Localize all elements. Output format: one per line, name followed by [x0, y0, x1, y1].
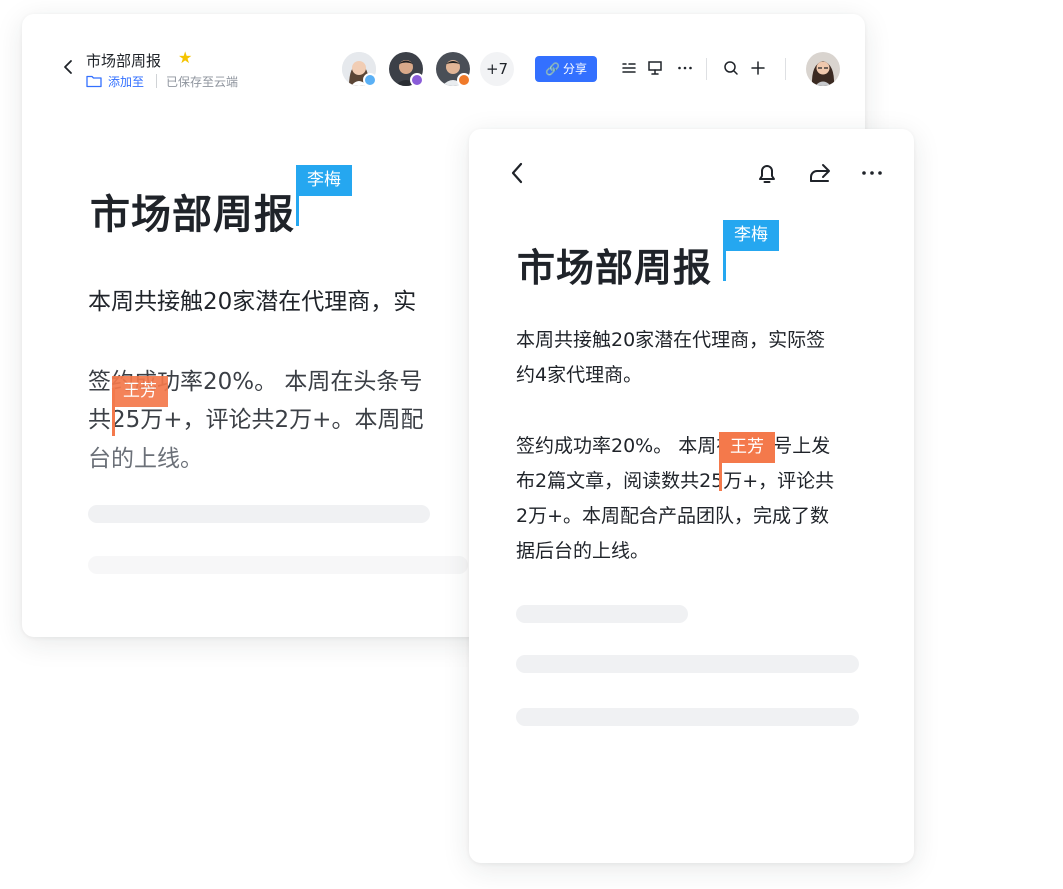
outline-icon[interactable]: [620, 59, 638, 77]
doc-heading[interactable]: 市场部周报: [517, 237, 712, 292]
collaborator-avatar[interactable]: [436, 52, 471, 87]
collaborator-cursor-label: 李梅: [296, 165, 352, 196]
collaborator-cursor-label: 李梅: [723, 220, 779, 251]
content-placeholder: [88, 505, 430, 523]
doc-paragraph-line[interactable]: 2万+。本周配合产品团队，完成了数: [516, 499, 829, 534]
mobile-doc-view: 市场部周报 李梅 本周共接触20家潜在代理商，实际签 约4家代理商。 签约成功率…: [469, 129, 914, 863]
doc-paragraph-line[interactable]: 布2篇文章，阅读数共25万+，评论共: [516, 464, 834, 499]
doc-paragraph-line[interactable]: 本周共接触20家潜在代理商，实际签: [516, 323, 825, 358]
star-icon[interactable]: ★: [178, 48, 192, 67]
collaborator-avatar[interactable]: [389, 52, 424, 87]
collaborator-cursor-label: 王芳: [112, 376, 168, 407]
doc-title: 市场部周报: [86, 52, 162, 70]
share-label: 分享: [562, 62, 587, 76]
content-placeholder: [516, 655, 859, 673]
back-chevron-icon[interactable]: [60, 58, 78, 76]
bell-icon[interactable]: [753, 159, 781, 187]
search-icon[interactable]: [722, 59, 740, 77]
doc-heading[interactable]: 市场部周报: [90, 182, 295, 240]
forward-icon[interactable]: [806, 159, 834, 187]
divider: [785, 58, 786, 80]
doc-paragraph-line[interactable]: 台的上线。: [88, 439, 203, 479]
doc-paragraph-line[interactable]: 约4家代理商。: [516, 358, 642, 393]
content-placeholder: [516, 708, 859, 726]
content-placeholder: [88, 556, 468, 574]
plus-icon[interactable]: [749, 59, 767, 77]
doc-paragraph-line[interactable]: 签约成功率20%。 本周在头条号上发: [516, 429, 830, 464]
content-placeholder: [516, 605, 688, 623]
presentation-icon[interactable]: [646, 59, 664, 77]
folder-icon[interactable]: [86, 74, 102, 88]
doc-paragraph-line[interactable]: 据后台的上线。: [516, 534, 649, 569]
share-button[interactable]: 🔗 分享: [535, 56, 597, 82]
divider: [156, 74, 157, 88]
more-horizontal-icon[interactable]: [676, 59, 694, 77]
back-chevron-icon[interactable]: [504, 159, 532, 187]
more-horizontal-icon[interactable]: [858, 159, 886, 187]
collaborator-cursor-label: 王芳: [719, 432, 775, 463]
doc-paragraph-line[interactable]: 本周共接触20家潜在代理商，实: [88, 282, 416, 322]
link-icon: 🔗: [545, 62, 560, 76]
collaborator-avatar[interactable]: [342, 52, 377, 87]
add-to-link[interactable]: 添加至: [108, 73, 144, 90]
save-status: 已保存至云端: [166, 75, 239, 89]
divider: [706, 58, 707, 80]
current-user-avatar[interactable]: [806, 52, 840, 86]
more-collaborators-count[interactable]: +7: [480, 52, 514, 86]
